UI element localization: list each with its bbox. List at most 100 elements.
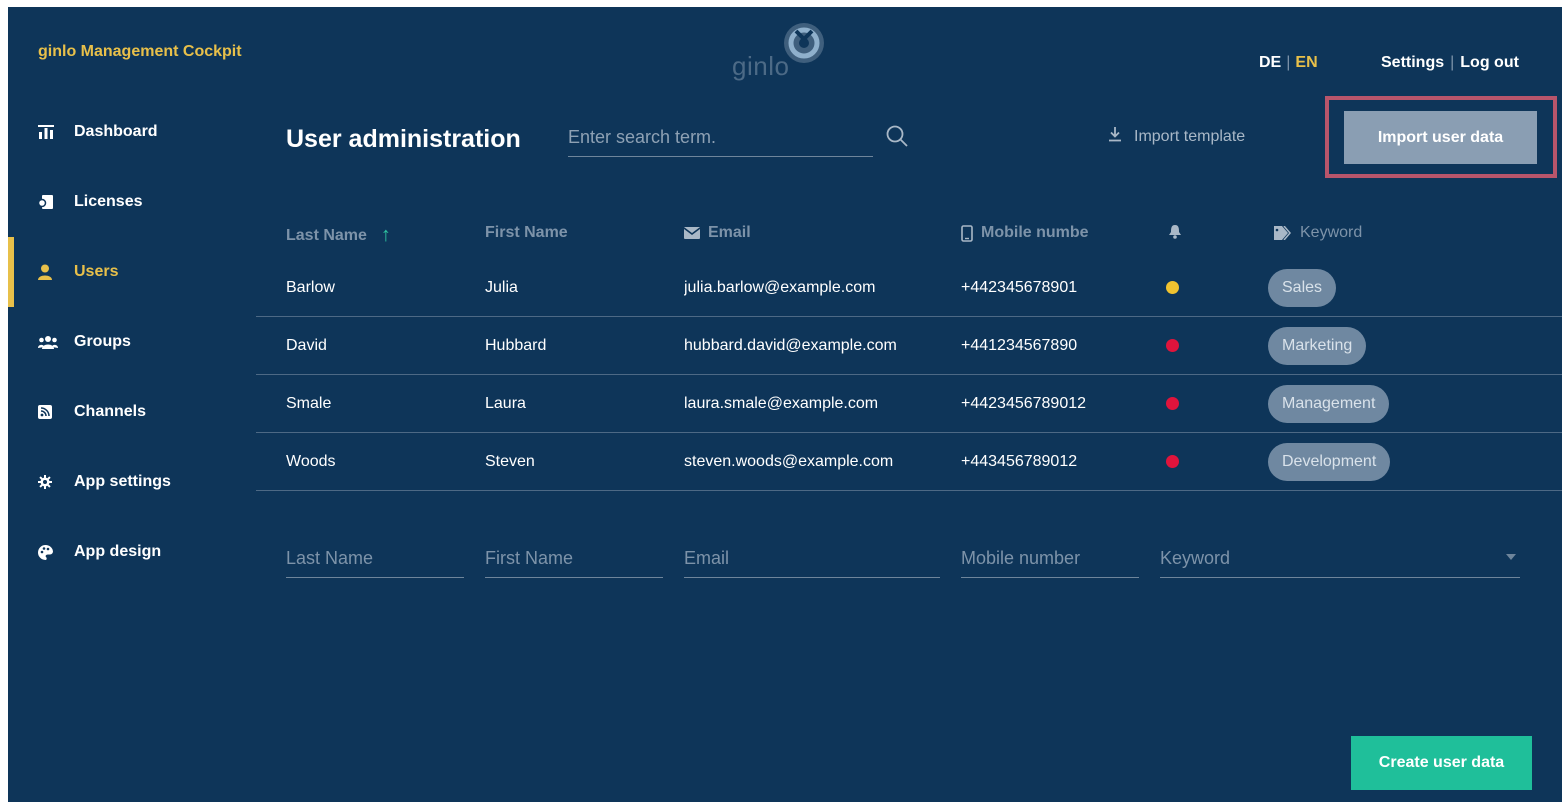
sidebar-item-app-settings[interactable]: App settings (8, 447, 248, 517)
sidebar-item-label: App design (74, 543, 162, 560)
table-row[interactable]: Smale Laura laura.smale@example.com +442… (256, 375, 1562, 433)
email-input[interactable] (684, 540, 940, 576)
column-header-notification[interactable] (1168, 224, 1190, 240)
page-title: User administration (286, 125, 521, 153)
column-header-first-name[interactable]: First Name (485, 224, 568, 242)
palette-icon (38, 544, 60, 560)
sidebar-item-label: Groups (74, 333, 131, 350)
table-row[interactable]: David Hubbard hubbard.david@example.com … (256, 317, 1562, 375)
tag-icon (1274, 226, 1292, 240)
cell-email: steven.woods@example.com (684, 452, 894, 470)
new-first-name-field (485, 540, 663, 578)
sidebar-item-label: App settings (74, 473, 171, 490)
column-header-last-name[interactable]: Last Name ↑ (286, 224, 391, 247)
sidebar-item-groups[interactable]: Groups (8, 307, 248, 377)
column-label: First Name (485, 224, 568, 241)
new-keyword-select[interactable] (1160, 540, 1520, 578)
top-nav: Settings | Log out (1381, 54, 1519, 72)
table-row[interactable]: Barlow Julia julia.barlow@example.com +4… (256, 259, 1562, 317)
nav-separator: | (1450, 54, 1455, 71)
search-box (568, 119, 908, 157)
sidebar-item-app-design[interactable]: App design (8, 517, 248, 587)
bell-icon (1168, 224, 1182, 240)
lang-separator: | (1286, 54, 1291, 71)
search-icon[interactable] (886, 125, 908, 147)
groups-icon (38, 335, 60, 349)
cell-last-name: Barlow (286, 278, 335, 296)
lang-de-link[interactable]: DE (1259, 54, 1281, 71)
import-template-link[interactable]: Import template (1108, 127, 1245, 147)
cell-keyword: Marketing (1268, 317, 1548, 374)
column-header-keyword[interactable]: Keyword (1274, 224, 1362, 242)
sidebar-item-label: Dashboard (74, 123, 158, 140)
cell-first-name: Laura (485, 394, 526, 412)
logout-link[interactable]: Log out (1460, 54, 1519, 71)
logo-mark-icon (784, 23, 824, 63)
keyword-chip[interactable]: Management (1268, 384, 1390, 423)
status-dot (1166, 339, 1179, 352)
sidebar-item-label: Channels (74, 403, 147, 420)
create-user-data-button[interactable]: Create user data (1351, 736, 1532, 790)
cell-last-name: Smale (286, 394, 332, 412)
cell-mobile: +441234567890 (961, 336, 1078, 354)
cell-status (1166, 259, 1206, 316)
status-dot (1166, 281, 1179, 294)
gear-icon (38, 475, 60, 489)
cell-keyword: Development (1268, 433, 1548, 490)
status-dot (1166, 397, 1179, 410)
cell-status (1166, 317, 1206, 374)
cell-last-name: Woods (286, 452, 336, 470)
user-icon (38, 264, 60, 280)
search-input[interactable] (568, 119, 838, 155)
cell-email: laura.smale@example.com (684, 394, 879, 412)
mobile-phone-icon (961, 224, 973, 242)
column-label: Email (708, 224, 751, 241)
app-window: ginlo Management Cockpit ginlo DE | EN Set… (8, 7, 1562, 802)
column-header-email[interactable]: Email (684, 224, 751, 242)
import-template-label: Import template (1134, 128, 1246, 145)
sort-ascending-icon: ↑ (380, 224, 391, 246)
envelope-icon (684, 227, 700, 239)
ginlo-logo: ginlo (720, 17, 860, 87)
column-label: Last Name (286, 226, 367, 244)
new-last-name-field (286, 540, 464, 578)
keyword-chip[interactable]: Development (1268, 442, 1391, 481)
column-header-mobile[interactable]: Mobile numbe (961, 224, 1089, 242)
cell-first-name: Julia (485, 278, 518, 296)
settings-link[interactable]: Settings (1381, 54, 1444, 71)
cell-first-name: Hubbard (485, 336, 547, 354)
sidebar-item-label: Users (74, 263, 119, 280)
lang-en-link[interactable]: EN (1295, 54, 1317, 71)
channels-icon (38, 405, 60, 419)
sidebar-item-channels[interactable]: Channels (8, 377, 248, 447)
licenses-icon (38, 194, 60, 210)
cell-keyword: Sales (1268, 259, 1548, 316)
cell-mobile: +443456789012 (961, 452, 1078, 470)
sidebar-item-licenses[interactable]: Licenses (8, 167, 248, 237)
first-name-input[interactable] (485, 540, 663, 576)
dashboard-icon (38, 125, 60, 139)
cell-keyword: Management (1268, 375, 1548, 432)
keyword-chip[interactable]: Marketing (1268, 326, 1367, 365)
keyword-chip[interactable]: Sales (1268, 268, 1337, 307)
mobile-input[interactable] (961, 540, 1139, 576)
import-user-data-button[interactable]: Import user data (1344, 111, 1537, 164)
keyword-input[interactable] (1160, 540, 1480, 576)
app-brand: ginlo Management Cockpit (38, 43, 242, 60)
last-name-input[interactable] (286, 540, 464, 576)
column-label: Keyword (1300, 224, 1363, 241)
sidebar-item-users[interactable]: Users (8, 237, 248, 307)
cell-mobile: +442345678901 (961, 278, 1078, 296)
new-email-field (684, 540, 940, 578)
table-row[interactable]: Woods Steven steven.woods@example.com +4… (256, 433, 1562, 491)
cell-status (1166, 433, 1206, 490)
download-icon (1108, 127, 1122, 147)
column-label: Mobile numbe (981, 224, 1089, 241)
sidebar-item-dashboard[interactable]: Dashboard (8, 97, 248, 167)
sidebar-item-label: Licenses (74, 193, 143, 210)
cell-email: julia.barlow@example.com (684, 278, 876, 296)
cell-first-name: Steven (485, 452, 535, 470)
cell-mobile: +4423456789012 (961, 394, 1087, 412)
cell-status (1166, 375, 1206, 432)
chevron-down-icon (1506, 554, 1516, 560)
